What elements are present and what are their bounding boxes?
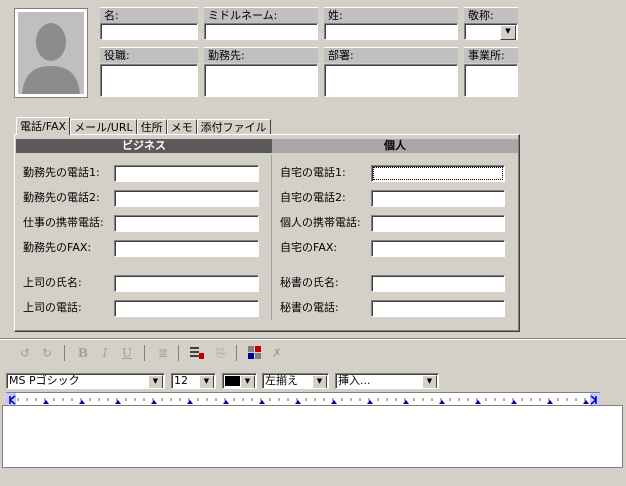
honorific-label: 敬称: — [464, 7, 518, 23]
chevron-down-icon[interactable]: ▼ — [148, 375, 163, 388]
last-name-field[interactable] — [324, 23, 458, 40]
spell-check-icon[interactable]: ✗ — [266, 343, 288, 363]
job-title-label: 役職: — [100, 47, 198, 63]
chevron-down-icon[interactable]: ▼ — [312, 375, 327, 388]
manager-phone-input[interactable] — [114, 300, 259, 317]
person-silhouette-icon — [18, 12, 84, 94]
job-title-field[interactable] — [100, 64, 198, 97]
undo-icon[interactable]: ↺ — [14, 343, 36, 363]
color-swatch — [225, 376, 241, 386]
tab-memo[interactable]: メモ — [166, 119, 197, 135]
chevron-down-icon[interactable]: ▼ — [199, 375, 214, 388]
business-phone2-input[interactable] — [114, 190, 259, 207]
attach-icon[interactable]: ⎘ — [210, 343, 232, 363]
insert-value: 挿入... — [338, 374, 371, 387]
column-divider — [271, 155, 272, 320]
middle-name-label: ミドルネーム: — [204, 7, 318, 23]
tab-attachments[interactable]: 添付ファイル — [196, 119, 271, 135]
company-field[interactable] — [204, 64, 318, 97]
font-size-value: 12 — [174, 374, 188, 387]
department-label: 部署: — [324, 47, 458, 63]
personal-mobile-label: 個人の携帯電話: — [280, 216, 361, 229]
home-phone2-label: 自宅の電話2: — [280, 191, 346, 204]
toolbar-divider — [64, 345, 65, 361]
business-heading: ビジネス — [16, 139, 272, 153]
office-label: 事業所: — [464, 47, 518, 63]
underline-icon[interactable]: U — [116, 343, 138, 363]
manager-name-input[interactable] — [114, 275, 259, 292]
image-icon[interactable] — [244, 343, 266, 363]
home-fax-label: 自宅のFAX: — [280, 241, 338, 254]
notes-editor[interactable] — [2, 405, 623, 468]
work-mobile-input[interactable] — [114, 215, 259, 232]
business-phone1-label: 勤務先の電話1: — [23, 166, 100, 179]
bold-icon[interactable]: B — [72, 343, 94, 363]
company-label: 勤務先: — [204, 47, 318, 63]
redo-icon[interactable]: ↻ — [36, 343, 58, 363]
work-mobile-label: 仕事の携帯電話: — [23, 216, 104, 229]
insert-select[interactable]: 挿入... ▼ — [335, 373, 439, 389]
secretary-phone-input[interactable] — [371, 300, 505, 317]
home-phone2-input[interactable] — [371, 190, 505, 207]
toolbar-divider — [236, 345, 237, 361]
insert-table-icon[interactable] — [186, 343, 208, 363]
business-fax-input[interactable] — [114, 240, 259, 257]
secretary-name-input[interactable] — [371, 275, 505, 292]
tab-strip: 電話/FAX メール/URL 住所 メモ 添付ファイル — [16, 117, 271, 135]
formatting-toolbar: ↺ ↻ B I U ≣ ⎘ ✗ — [14, 343, 314, 365]
first-name-label: 名: — [100, 7, 198, 23]
personal-heading: 個人 — [272, 139, 518, 153]
middle-name-field[interactable] — [204, 23, 318, 40]
italic-icon[interactable]: I — [94, 343, 116, 363]
tab-email-url[interactable]: メール/URL — [70, 119, 137, 135]
ruler[interactable] — [6, 392, 600, 407]
alignment-value: 左揃え — [265, 374, 298, 387]
last-name-label: 姓: — [324, 7, 458, 23]
font-color-select[interactable]: ▼ — [222, 373, 257, 389]
business-fax-label: 勤務先のFAX: — [23, 241, 92, 254]
department-field[interactable] — [324, 64, 458, 97]
manager-phone-label: 上司の電話: — [23, 301, 82, 314]
chevron-down-icon[interactable]: ▼ — [240, 375, 255, 388]
personal-mobile-input[interactable] — [371, 215, 505, 232]
bullet-list-icon[interactable]: ≣ — [152, 343, 174, 363]
toolbar-divider — [144, 345, 145, 361]
home-fax-input[interactable] — [371, 240, 505, 257]
tab-address[interactable]: 住所 — [136, 119, 167, 135]
font-family-select[interactable]: MS Pゴシック ▼ — [6, 373, 165, 389]
chevron-down-icon[interactable]: ▼ — [500, 25, 516, 40]
office-field[interactable] — [464, 64, 518, 97]
first-name-field[interactable] — [100, 23, 198, 40]
contact-photo[interactable] — [14, 8, 88, 98]
secretary-name-label: 秘書の氏名: — [280, 276, 339, 289]
tab-phone-fax[interactable]: 電話/FAX — [16, 117, 71, 135]
secretary-phone-label: 秘書の電話: — [280, 301, 339, 314]
toolbar-divider — [178, 345, 179, 361]
font-size-select[interactable]: 12 ▼ — [171, 373, 216, 389]
section-separator — [0, 338, 626, 340]
business-phone2-label: 勤務先の電話2: — [23, 191, 100, 204]
home-phone1-label: 自宅の電話1: — [280, 166, 346, 179]
home-phone1-input[interactable] — [371, 165, 505, 182]
alignment-select[interactable]: 左揃え ▼ — [262, 373, 329, 389]
chevron-down-icon[interactable]: ▼ — [422, 375, 437, 388]
manager-name-label: 上司の氏名: — [23, 276, 82, 289]
business-phone1-input[interactable] — [114, 165, 259, 182]
honorific-select[interactable]: ▼ — [464, 23, 518, 40]
phone-fax-panel: ビジネス 個人 勤務先の電話1: 勤務先の電話2: 仕事の携帯電話: 勤務先のF… — [14, 134, 520, 332]
font-family-value: MS Pゴシック — [9, 374, 80, 387]
